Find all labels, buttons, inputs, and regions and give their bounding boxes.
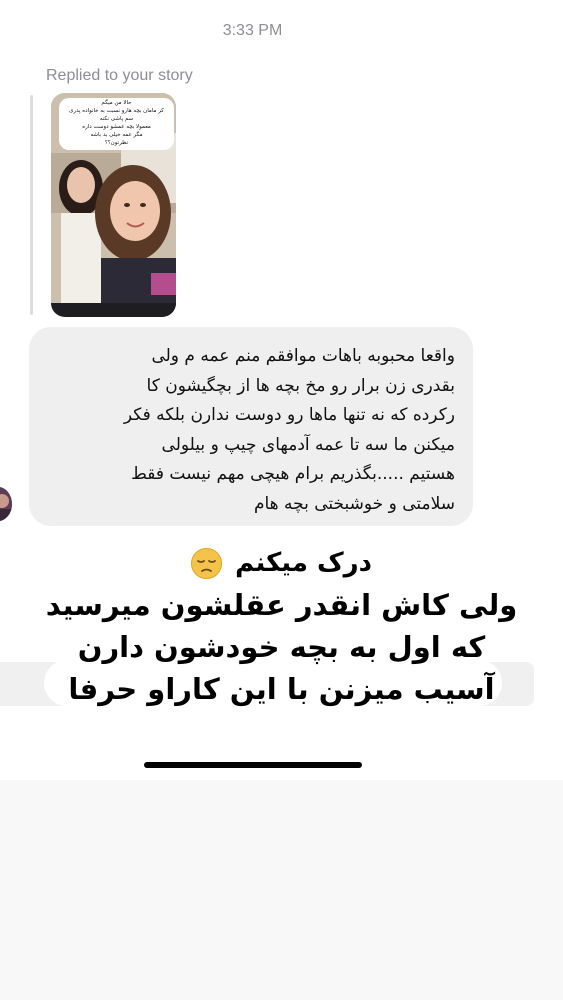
- overlay-text-line-1: درک میکنم: [0, 548, 563, 579]
- story-thumbnail[interactable]: حالا من میگم کر مامان بچه هارو نسبت به خ…: [51, 93, 176, 317]
- story-text-line: سم پاشی نکنه: [99, 115, 134, 122]
- message-line: بقدری زن برار رو مخ بچه ها از بچگیشون کا: [146, 375, 455, 396]
- overlay-text-line-4: آسیب میزنن با این کاراو حرفا: [68, 672, 495, 706]
- overlay-text-line-3: که اول به بچه خودشون دارن: [77, 630, 486, 664]
- story-text-line: کر مامان بچه هارو نسبت به خانواده پدری: [69, 107, 164, 114]
- overlay-text: درک میکنم: [235, 548, 372, 578]
- message-line: میکنن ما سه تا عمه آدمهای چیپ و بیلولی: [161, 434, 455, 455]
- blank-bottom-area: [0, 780, 563, 1000]
- avatar-photo: [0, 487, 12, 521]
- message-timestamp: 3:33 PM: [222, 22, 283, 39]
- story-text-line: معمولا بچه عمشو دوست داره: [82, 123, 151, 130]
- chat-screen: 3:33 PM Replied to your story حالا من می…: [0, 0, 563, 780]
- replied-to-story-label: Replied to your story: [46, 67, 193, 84]
- sender-avatar[interactable]: [0, 487, 12, 521]
- home-indicator[interactable]: [144, 762, 362, 768]
- story-text-line: مگر عمه خیلی بد باشه: [90, 131, 143, 138]
- story-text-sticker: حالا من میگم کر مامان بچه هارو نسبت به خ…: [59, 98, 174, 150]
- story-text-line: حالا من میگم: [101, 100, 132, 106]
- message-line: رکرده که نه تنها ماها رو دوست ندارن بلکه…: [123, 405, 455, 425]
- message-line: واقعا محبوبه باهات موافقم منم عمه م ولی: [151, 346, 455, 366]
- received-message-bubble[interactable]: واقعا محبوبه باهات موافقم منم عمه م ولی …: [29, 327, 473, 526]
- message-line: سلامتی و خوشبختی بچه هام: [253, 493, 455, 514]
- story-text-line: نظرتون؟؟: [104, 139, 129, 146]
- overlay-text-line-2: ولی کاش انقدر عقلشون میرسید: [45, 588, 518, 622]
- message-line: هستیم .....بگذریم برام هیچی مهم نیست فقط: [131, 464, 455, 484]
- reply-indicator-bar: [30, 95, 33, 315]
- pensive-face-icon: [191, 548, 223, 579]
